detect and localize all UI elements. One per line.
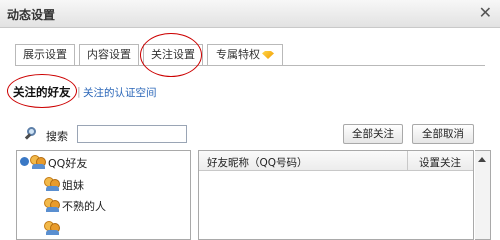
subnav-current[interactable]: 关注的好友 [13,85,71,99]
table-header: 好友昵称（QQ号码） 设置关注 [199,151,473,171]
tab-display-settings[interactable]: 展示设置 [15,44,75,66]
cancel-all-button[interactable]: 全部取消 [412,124,474,144]
search-label: 搜索 [46,130,68,143]
search-input[interactable] [77,125,187,143]
follow-all-button[interactable]: 全部关注 [343,124,403,144]
subnav-separator: | [77,85,81,98]
follow-subnav: 关注的好友 | 关注的认证空间 [13,84,157,100]
tab-exclusive-privileges-label: 专属特权 [216,48,260,61]
column-header-nickname[interactable]: 好友昵称（QQ号码） [207,155,308,170]
friends-group-icon [30,153,46,169]
tab-divider [15,65,485,66]
friends-group-icon [44,219,60,235]
tab-content-settings[interactable]: 内容设置 [79,44,139,66]
tree-label-root: QQ好友 [48,157,88,170]
table-scrollbar[interactable] [475,150,491,240]
close-icon[interactable]: ✕ [479,3,492,22]
friends-list-table: 好友昵称（QQ号码） 设置关注 [198,150,474,240]
friends-group-icon [44,196,60,212]
subnav-link-verified-spaces[interactable]: 关注的认证空间 [83,85,157,100]
search-icon [24,127,37,140]
friend-group-tree: QQ好友 姐妹 不熟的人 [16,150,191,240]
tab-follow-settings[interactable]: 关注设置 [143,44,203,66]
window-title: 动态设置 [7,8,56,22]
column-header-follow[interactable]: 设置关注 [419,155,461,170]
window-titlebar: 动态设置 ✕ [0,0,500,28]
tab-exclusive-privileges[interactable]: 专属特权 [207,44,283,66]
scroll-up-arrow-icon[interactable] [478,157,486,162]
column-divider [407,151,408,170]
diamond-icon [262,51,274,59]
expander-icon[interactable] [20,157,29,166]
friends-group-icon [44,175,60,191]
tree-label-group: 不熟的人 [62,200,106,213]
tree-label-group: 姐妹 [62,179,84,192]
